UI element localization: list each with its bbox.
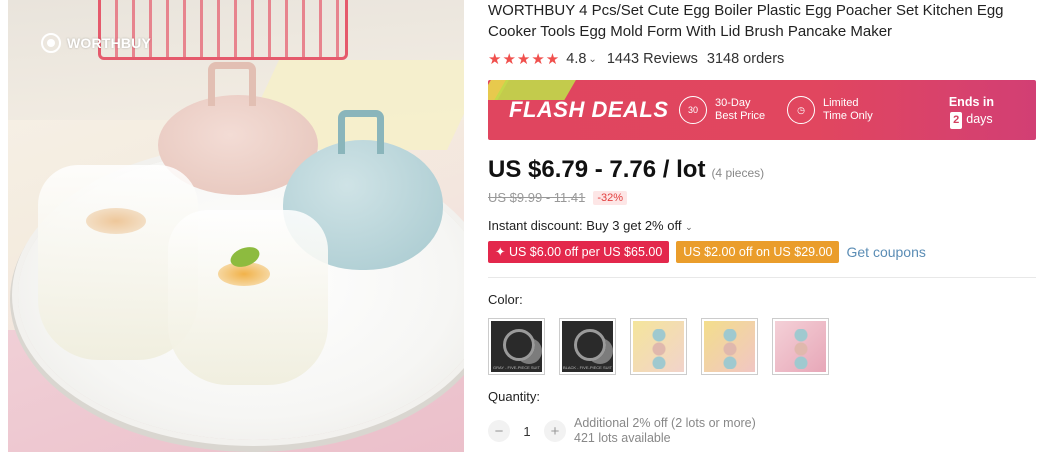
increase-quantity-button[interactable]: +	[544, 420, 566, 442]
feature-text: Best Price	[715, 110, 766, 122]
quantity-stepper: − 1 + Additional 2% off (2 lots or more)…	[488, 416, 1036, 446]
best-price-feature: 30 30-Day Best Price	[679, 96, 787, 124]
reviews-link[interactable]: 1443 Reviews	[607, 51, 698, 67]
swatch-caption: BLACK - FIVE-PIECE SUIT	[562, 365, 613, 370]
instant-discount[interactable]: Instant discount: Buy 3 get 2% off ⌄	[488, 218, 1036, 233]
instant-discount-text: Instant discount: Buy 3 get 2% off	[488, 218, 682, 233]
clock-icon: ◷	[787, 96, 815, 124]
countdown-unit: days	[966, 112, 993, 126]
coupon-row: ✦ US $6.00 off per US $65.00 US $2.00 of…	[488, 241, 1036, 263]
pink-lid-handle	[208, 62, 256, 106]
color-swatch[interactable]: BLACK - FIVE-PIECE SUIT	[559, 318, 616, 375]
flash-deals-banner: FLASH DEALS 30 30-Day Best Price ◷ Limite…	[488, 80, 1036, 140]
color-swatch[interactable]	[701, 318, 758, 375]
swatch-image	[793, 329, 809, 369]
blue-lid-handle	[338, 110, 384, 154]
limited-time-feature: ◷ Limited Time Only	[787, 96, 937, 124]
orders-count: 3148 orders	[706, 51, 785, 67]
swatch-caption: GRAY - FIVE-PIECE SUIT	[493, 365, 540, 370]
quantity-value[interactable]: 1	[510, 424, 544, 439]
egg-cup	[168, 210, 328, 385]
rating-row: ★★★★★ 4.8 ⌄ 1443 Reviews 3148 orders	[488, 50, 1036, 68]
get-coupons-link[interactable]: Get coupons	[846, 244, 925, 260]
discount-badge: -32%	[593, 190, 628, 205]
divider	[488, 277, 1036, 278]
rating-value[interactable]: 4.8	[566, 51, 586, 67]
product-image[interactable]: WORTHBUY	[8, 0, 464, 452]
feature-text: Time Only	[823, 110, 873, 122]
color-swatch[interactable]	[630, 318, 687, 375]
brand-logo-text: WORTHBUY	[67, 35, 152, 51]
feature-text: Limited	[823, 97, 859, 109]
countdown-value: 2	[950, 112, 963, 129]
swatch-image	[722, 329, 738, 369]
product-info: WORTHBUY 4 Pcs/Set Cute Egg Boiler Plast…	[488, 0, 1036, 446]
coupon-badge[interactable]: US $2.00 off on US $29.00	[676, 241, 840, 263]
brand-logo: WORTHBUY	[41, 33, 151, 53]
best-price-icon: 30	[679, 96, 707, 124]
color-label: Color:	[488, 292, 523, 307]
swatch-image	[651, 329, 667, 369]
logo-icon	[41, 33, 61, 53]
countdown: Ends in 2 days	[949, 94, 994, 129]
price-row: US $6.79 - 7.76 / lot (4 pieces)	[488, 156, 1036, 184]
color-swatch[interactable]	[772, 318, 829, 375]
countdown-label: Ends in	[948, 95, 994, 109]
chevron-down-icon[interactable]: ⌄	[588, 54, 596, 65]
chevron-down-icon[interactable]: ⌄	[685, 222, 693, 232]
pieces-count: (4 pieces)	[711, 166, 765, 180]
decrease-quantity-button[interactable]: −	[488, 420, 510, 442]
feature-text: 30-Day	[715, 97, 751, 109]
lots-available-text: 421 lots available	[574, 431, 671, 445]
egg-yolk	[86, 208, 146, 234]
coupon-badge[interactable]: ✦ US $6.00 off per US $65.00	[488, 241, 670, 263]
color-swatch[interactable]: GRAY - FIVE-PIECE SUIT	[488, 318, 545, 375]
product-title: WORTHBUY 4 Pcs/Set Cute Egg Boiler Plast…	[488, 2, 1004, 40]
bulk-discount-text: Additional 2% off (2 lots or more)	[574, 416, 756, 430]
original-price: US $9.99 - 11.41	[488, 190, 586, 205]
color-swatches: GRAY - FIVE-PIECE SUIT BLACK - FIVE-PIEC…	[488, 318, 1036, 375]
quantity-label: Quantity:	[488, 389, 541, 404]
original-price-row: US $9.99 - 11.41 -32%	[488, 190, 1036, 205]
quantity-note: Additional 2% off (2 lots or more) 421 l…	[574, 416, 756, 446]
flash-deals-label: FLASH DEALS	[509, 97, 669, 122]
star-rating-icon: ★★★★★	[488, 51, 561, 68]
current-price: US $6.79 - 7.76 / lot	[488, 156, 706, 183]
